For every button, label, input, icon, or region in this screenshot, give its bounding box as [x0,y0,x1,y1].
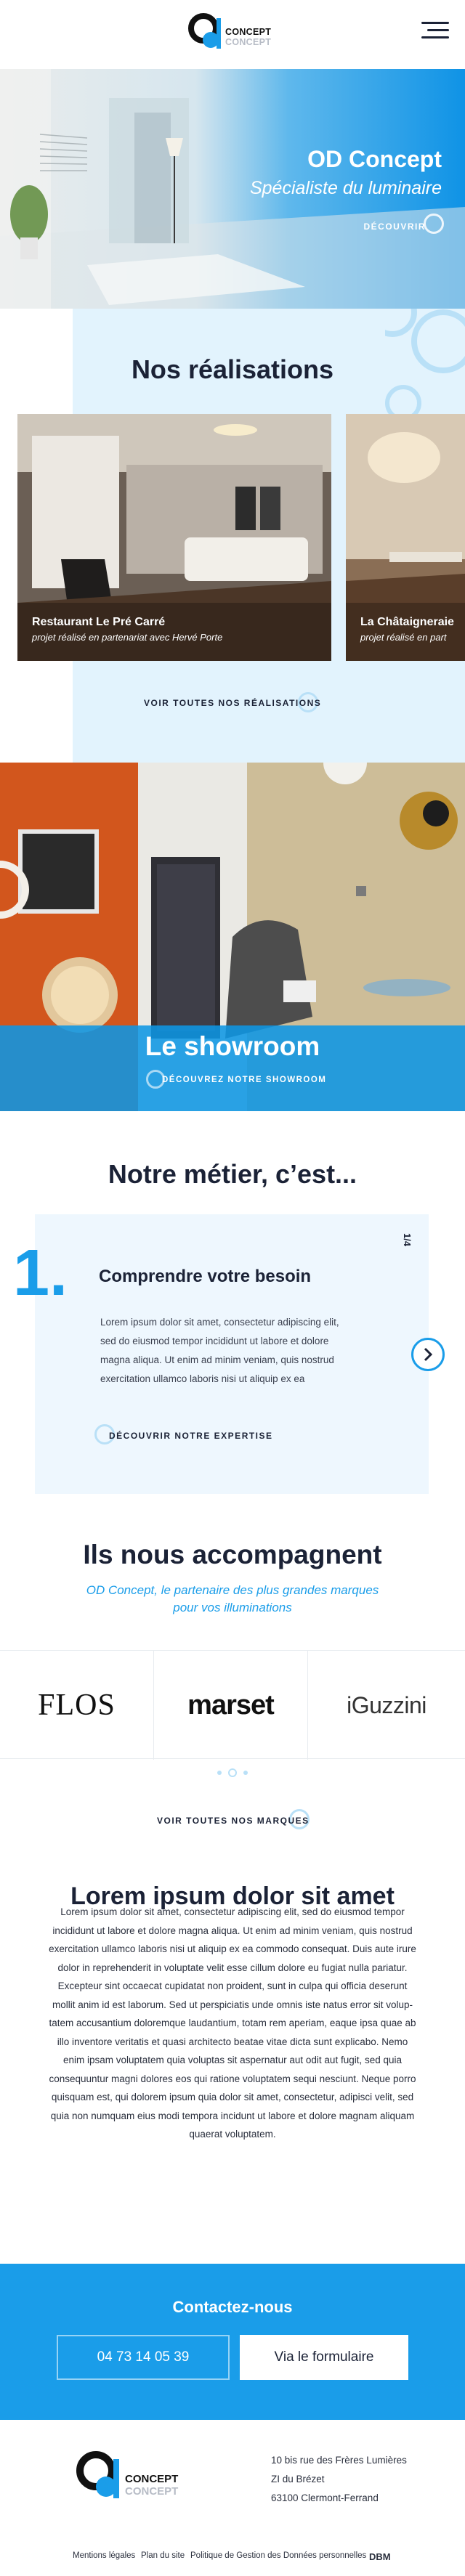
showroom-title: Le showroom [145,1031,320,1061]
showroom-discover-link[interactable]: DÉCOUVREZ NOTRE SHOWROOM [162,1076,326,1084]
site-logo[interactable]: CONCEPT CONCEPT [185,11,286,54]
partners-subtitle-line2: pour vos illuminations [173,1601,292,1614]
footer-logo[interactable]: CONCEPT CONCEPT [73,2449,189,2507]
hero-banner: OD Concept Spécialiste du luminaire DÉCO… [0,69,465,309]
page: CONCEPT CONCEPT OD Concept Spécialiste d… [0,0,465,2576]
step-number: 1. [13,1237,68,1309]
logo-text-bottom: CONCEPT [125,2485,179,2498]
brand-logo-iguzzini[interactable]: iGuzzini [308,1651,465,1760]
realisation-subtitle: projet réalisé en partenariat avec Hervé… [32,632,223,643]
slide-counter: 1/4 [402,1233,413,1247]
hero-title: OD Concept [307,146,442,172]
hero-subtitle: Spécialiste du luminaire [249,178,442,198]
realisation-subtitle: projet réalisé en part [360,632,447,643]
all-brands-link[interactable]: VOIR TOUTES NOS MARQUES [157,1816,310,1826]
hamburger-icon[interactable] [421,22,449,45]
privacy-policy-link[interactable]: Politique de Gestion des Données personn… [190,2551,366,2560]
partners-title: Ils nous accompagnent [83,1540,382,1569]
logo-text-top: CONCEPT [125,2473,179,2485]
realisation-card[interactable]: Restaurant Le Pré Carré projet réalisé e… [17,414,331,661]
site-header: CONCEPT CONCEPT [0,0,465,69]
lorem-paragraph: Lorem ipsum dolor sit amet, consectetur … [49,1906,416,2140]
brands-carousel: FLOS marset iGuzzini [0,1650,465,1760]
address-line: 10 bis rue des Frères Lumières [271,2455,407,2466]
ring-decoration-icon [424,214,444,234]
carousel-dots-icon[interactable] [211,1768,254,1778]
brand-logo-flos[interactable]: FLOS [0,1651,154,1760]
next-slide-button[interactable] [411,1338,445,1371]
partners-subtitle-line1: OD Concept, le partenaire des plus grand… [86,1583,379,1597]
step-text: Lorem ipsum dolor sit amet, consectetur … [100,1317,339,1384]
realisations-title: Nos réalisations [131,354,334,384]
agency-credit-link[interactable]: DBM [369,2551,391,2562]
sitemap-link[interactable]: Plan du site [141,2551,185,2560]
phone-button[interactable]: 04 73 14 05 39 [57,2335,230,2380]
brand-logo-marset[interactable]: marset [154,1651,308,1760]
realisation-card[interactable]: La Châtaigneraie projet réalisé en part [346,414,465,661]
realisation-title: La Châtaigneraie [360,616,454,628]
realisation-title: Restaurant Le Pré Carré [32,616,166,628]
chevron-right-icon [424,1347,433,1362]
address-line: 63100 Clermont-Ferrand [271,2492,379,2503]
logo-text-bottom: CONCEPT [225,37,272,47]
all-realisations-link[interactable]: VOIR TOUTES NOS RÉALISATIONS [144,698,321,708]
logo-text-top: CONCEPT [225,27,272,37]
showroom-section[interactable]: Le showroom DÉCOUVREZ NOTRE SHOWROOM [0,763,465,1111]
contact-form-button[interactable]: Via le formulaire [240,2335,408,2380]
metier-title: Notre métier, c’est... [108,1159,357,1189]
hero-discover-link[interactable]: DÉCOUVRIR [363,222,426,232]
carousel-dots [0,1768,465,1781]
contact-title: Contactez-nous [172,2298,293,2316]
expertise-link[interactable]: DÉCOUVRIR NOTRE EXPERTISE [109,1431,273,1441]
address-line: ZI du Brézet [271,2474,325,2484]
step-title: Comprendre votre besoin [99,1267,312,1286]
legal-notice-link[interactable]: Mentions légales [73,2551,135,2560]
